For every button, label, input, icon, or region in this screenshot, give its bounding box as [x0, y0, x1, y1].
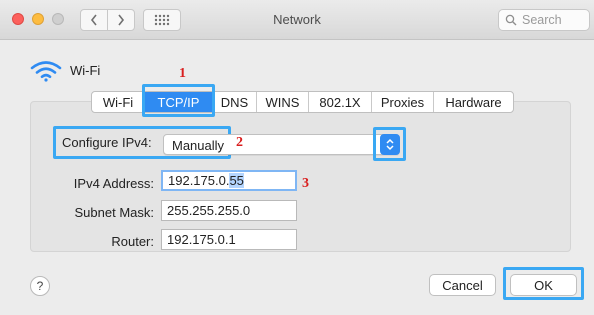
ipv4-address-prefix: 192.175.0. [168, 173, 230, 188]
configure-ipv4-popup[interactable]: Manually [163, 134, 400, 155]
title-bar: Network Search [0, 0, 594, 40]
stepper-highlight-box [373, 127, 406, 161]
configure-ipv4-value: Manually [172, 138, 225, 153]
tab-tcpip[interactable]: TCP/IP [144, 92, 212, 112]
search-placeholder: Search [522, 13, 562, 27]
tab-wifi[interactable]: Wi-Fi [92, 92, 144, 112]
configure-ipv4-label: Configure IPv4: [62, 135, 152, 150]
ipv4-address-input[interactable]: 192.175.0. 55 [161, 170, 297, 191]
router-label: Router: [111, 234, 154, 249]
ipv4-address-selection: 55 [229, 173, 244, 188]
step-number-3: 3 [302, 176, 309, 191]
step-number-2: 2 [236, 135, 243, 150]
search-icon [505, 14, 517, 26]
interface-name: Wi-Fi [70, 63, 101, 78]
wifi-icon [30, 61, 62, 82]
cancel-button[interactable]: Cancel [429, 274, 496, 296]
tab-hardware[interactable]: Hardware [433, 92, 513, 112]
tab-8021x[interactable]: 802.1X [308, 92, 371, 112]
tab-proxies[interactable]: Proxies [371, 92, 433, 112]
tab-bar: Wi-Fi TCP/IP DNS WINS 802.1X Proxies Har… [91, 91, 514, 113]
tab-wins[interactable]: WINS [256, 92, 308, 112]
help-button[interactable]: ? [30, 276, 50, 296]
subnet-mask-input[interactable]: 255.255.255.0 [161, 200, 297, 221]
ipv4-address-label: IPv4 Address: [73, 176, 154, 191]
router-input[interactable]: 192.175.0.1 [161, 229, 297, 250]
ok-highlight-box [503, 267, 584, 300]
search-field[interactable]: Search [498, 9, 590, 31]
tab-dns[interactable]: DNS [212, 92, 256, 112]
step-number-1: 1 [179, 66, 186, 81]
subnet-mask-label: Subnet Mask: [74, 205, 155, 220]
